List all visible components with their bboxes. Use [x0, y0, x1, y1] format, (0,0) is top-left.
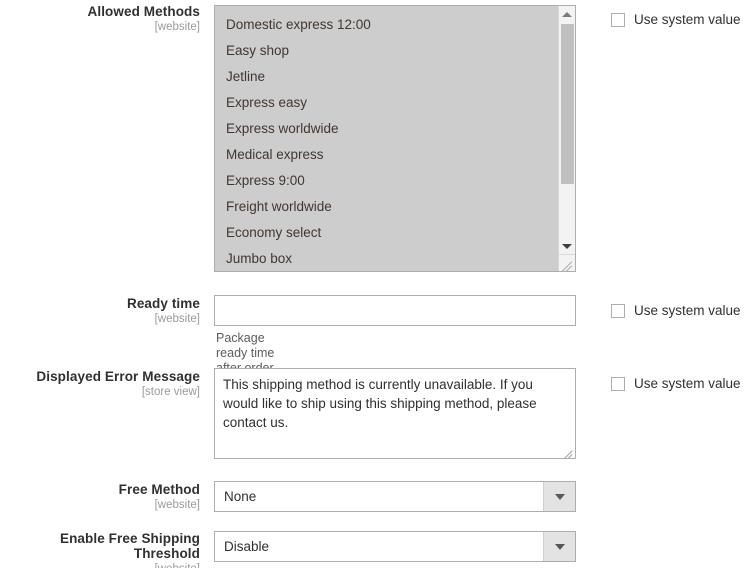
field-label-text: Free Method [0, 482, 200, 497]
caret-down-icon [555, 494, 565, 500]
field-scope-text: [store view] [0, 385, 200, 400]
displayed-error-message-textarea[interactable] [214, 368, 576, 459]
scroll-up-button[interactable] [559, 6, 575, 23]
use-system-value-allowed-methods[interactable]: Use system value [611, 13, 741, 27]
ready-time-input[interactable] [214, 295, 576, 326]
field-scope-text: [website] [0, 562, 200, 568]
list-item[interactable]: Easy shop [215, 38, 559, 64]
caret-down-icon [555, 544, 565, 550]
caret-up-icon [562, 12, 572, 17]
allowed-methods-option-list[interactable]: Domestic express 12:00 Easy shop Jetline… [215, 6, 559, 271]
use-system-value-displayed-error-message[interactable]: Use system value [611, 377, 741, 391]
use-system-value-label: Use system value [634, 304, 741, 318]
field-scope-text: [website] [0, 498, 200, 513]
field-label-text: Ready time [0, 296, 200, 311]
resize-grip-icon[interactable] [558, 254, 575, 271]
field-label-allowed-methods: Allowed Methods [website] [0, 4, 200, 35]
enable-free-shipping-threshold-dropdown-button[interactable] [543, 532, 575, 561]
field-label-text: Enable Free Shipping Threshold [0, 531, 200, 561]
scrollbar-thumb[interactable] [561, 24, 574, 184]
allowed-methods-scrollbar[interactable] [558, 6, 575, 271]
list-item[interactable]: Express worldwide [215, 116, 559, 142]
use-system-value-checkbox[interactable] [611, 304, 625, 318]
use-system-value-label: Use system value [634, 13, 741, 27]
field-scope-text: [website] [0, 312, 200, 327]
field-label-free-method: Free Method [website] [0, 482, 200, 513]
use-system-value-ready-time[interactable]: Use system value [611, 304, 741, 318]
use-system-value-checkbox[interactable] [611, 13, 625, 27]
list-item[interactable]: Jumbo box [215, 246, 559, 272]
field-label-displayed-error-message: Displayed Error Message [store view] [0, 369, 200, 400]
field-label-text: Allowed Methods [0, 4, 200, 19]
list-item[interactable]: Medical express [215, 142, 559, 168]
list-item[interactable]: Domestic express 12:00 [215, 12, 559, 38]
list-item[interactable]: Economy select [215, 220, 559, 246]
shipping-method-config-form: Allowed Methods [website] Domestic expre… [0, 0, 750, 568]
field-scope-text: [website] [0, 20, 200, 35]
use-system-value-label: Use system value [634, 377, 741, 391]
list-item[interactable]: Freight worldwide [215, 194, 559, 220]
scroll-down-button[interactable] [559, 238, 575, 255]
free-method-dropdown-button[interactable] [543, 482, 575, 511]
use-system-value-checkbox[interactable] [611, 377, 625, 391]
enable-free-shipping-threshold-select[interactable]: Disable [214, 531, 576, 562]
list-item[interactable]: Express 9:00 [215, 168, 559, 194]
list-item[interactable]: Express easy [215, 90, 559, 116]
free-method-selected-value: None [224, 482, 256, 511]
caret-down-icon [562, 244, 572, 249]
free-method-select[interactable]: None [214, 481, 576, 512]
field-label-enable-free-shipping-threshold: Enable Free Shipping Threshold [website] [0, 531, 200, 568]
list-item[interactable]: Jetline [215, 64, 559, 90]
enable-free-shipping-threshold-selected-value: Disable [224, 532, 269, 561]
allowed-methods-multiselect[interactable]: Domestic express 12:00 Easy shop Jetline… [214, 5, 576, 272]
field-label-ready-time: Ready time [website] [0, 296, 200, 327]
field-label-text: Displayed Error Message [0, 369, 200, 384]
